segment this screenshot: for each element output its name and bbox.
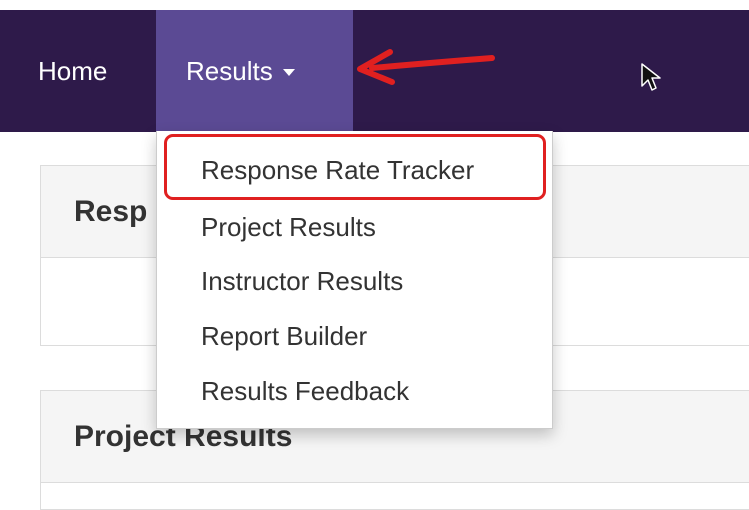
caret-down-icon xyxy=(282,69,295,76)
panel-title-text: Resp xyxy=(74,194,148,228)
top-strip xyxy=(0,0,749,10)
annotation-arrow-icon xyxy=(357,49,495,85)
menu-item-response-rate-tracker[interactable]: Response Rate Tracker xyxy=(201,155,474,186)
menu-item-report-builder[interactable]: Report Builder xyxy=(201,321,367,352)
nav-home-label: Home xyxy=(38,55,108,86)
menu-item-instructor-results[interactable]: Instructor Results xyxy=(201,266,403,297)
menu-item-results-feedback[interactable]: Results Feedback xyxy=(201,376,409,407)
nav-home[interactable]: Home xyxy=(0,10,156,132)
mouse-cursor-icon xyxy=(641,63,661,91)
nav-results-label: Results xyxy=(186,55,273,86)
results-dropdown-menu: Response Rate Tracker Project Results In… xyxy=(156,131,553,429)
menu-item-project-results[interactable]: Project Results xyxy=(201,212,376,243)
nav-results-dropdown[interactable]: Results xyxy=(156,10,353,132)
